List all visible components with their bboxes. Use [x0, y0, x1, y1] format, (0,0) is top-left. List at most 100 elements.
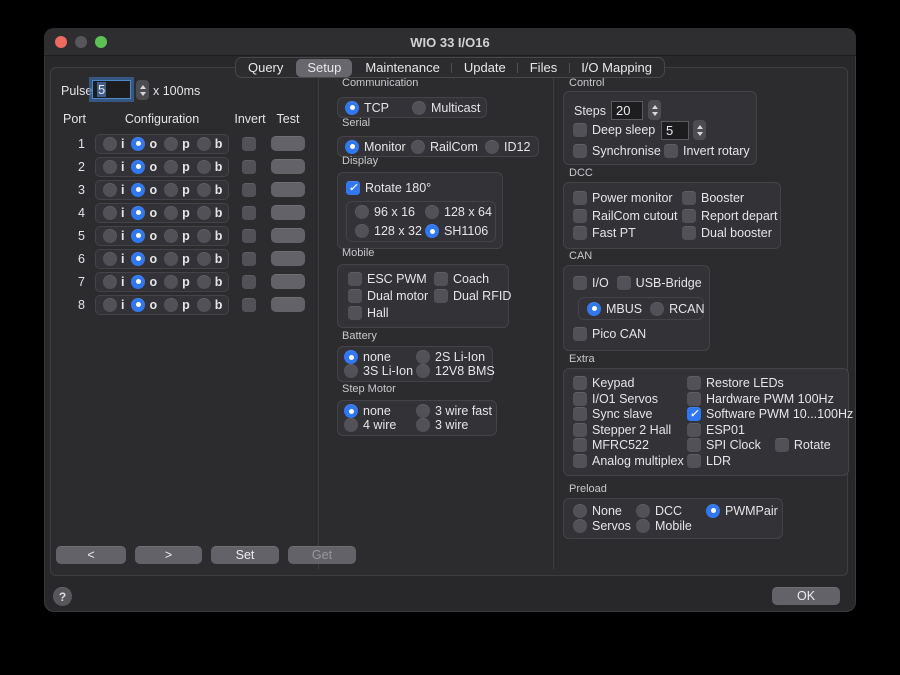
set-button[interactable]: Set — [211, 546, 279, 564]
fast-pt-checkbox[interactable]: Fast PT — [573, 226, 682, 240]
deep-sleep-stepper[interactable] — [693, 120, 706, 140]
monitor-radio[interactable]: Monitor — [345, 140, 411, 154]
port-mode-i-radio[interactable]: i — [103, 183, 124, 197]
mbus-radio[interactable]: MBUS — [587, 302, 642, 316]
port-mode-o-radio[interactable]: o — [131, 160, 157, 174]
port-invert-checkbox[interactable] — [242, 183, 256, 197]
preload-pwmpair-radio[interactable]: PWMPair — [706, 504, 782, 518]
software-pwm-checkbox[interactable]: Software PWM 10...100Hz — [687, 407, 853, 421]
power-monitor-checkbox[interactable]: Power monitor — [573, 191, 682, 205]
dual-rfid-checkbox[interactable]: Dual RFID — [434, 289, 511, 303]
port-invert-checkbox[interactable] — [242, 229, 256, 243]
next-button[interactable]: > — [135, 546, 202, 564]
size-128x32-radio[interactable]: 128 x 32 — [355, 224, 425, 238]
rotate-180-checkbox[interactable]: Rotate 180° — [346, 181, 431, 195]
esc-pwm-checkbox[interactable]: ESC PWM — [348, 272, 434, 286]
spi-clock-checkbox[interactable]: SPI Clock — [687, 438, 761, 452]
keypad-checkbox[interactable]: Keypad — [573, 376, 687, 390]
stepper-2-hall-checkbox[interactable]: Stepper 2 Hall — [573, 423, 687, 437]
pulse-stepper[interactable] — [136, 80, 149, 100]
id12-radio[interactable]: ID12 — [485, 140, 538, 154]
port-mode-b-radio[interactable]: b — [197, 229, 223, 243]
hardware-pwm-checkbox[interactable]: Hardware PWM 100Hz — [687, 392, 853, 406]
sh1106-radio[interactable]: SH1106 — [425, 224, 495, 238]
port-test-button[interactable] — [271, 182, 305, 197]
pulse-input[interactable]: 5 — [92, 80, 131, 99]
port-mode-b-radio[interactable]: b — [197, 275, 223, 289]
port-mode-i-radio[interactable]: i — [103, 275, 124, 289]
report-depart-checkbox[interactable]: Report depart — [682, 209, 780, 223]
dual-booster-checkbox[interactable]: Dual booster — [682, 226, 780, 240]
previous-button[interactable]: < — [56, 546, 126, 564]
port-test-button[interactable] — [271, 251, 305, 266]
analog-multiplex-checkbox[interactable]: Analog multiplex — [573, 454, 687, 468]
railcom-radio[interactable]: RailCom — [411, 140, 485, 154]
preload-servos-radio[interactable]: Servos — [573, 519, 636, 533]
tab-io-mapping[interactable]: I/O Mapping — [570, 59, 663, 77]
port-invert-checkbox[interactable] — [242, 137, 256, 151]
port-mode-p-radio[interactable]: p — [164, 206, 190, 220]
multicast-radio[interactable]: Multicast — [412, 101, 480, 115]
port-invert-checkbox[interactable] — [242, 160, 256, 174]
tab-files[interactable]: Files — [519, 59, 568, 77]
port-invert-checkbox[interactable] — [242, 275, 256, 289]
restore-leds-checkbox[interactable]: Restore LEDs — [687, 376, 853, 390]
tab-query[interactable]: Query — [237, 59, 294, 77]
port-invert-checkbox[interactable] — [242, 298, 256, 312]
step-3-wire-radio[interactable]: 3 wire — [416, 418, 496, 432]
port-invert-checkbox[interactable] — [242, 252, 256, 266]
preload-none-radio[interactable]: None — [573, 504, 636, 518]
window-titlebar[interactable]: WIO 33 I/O16 — [44, 28, 856, 56]
dual-motor-checkbox[interactable]: Dual motor — [348, 289, 434, 303]
port-test-button[interactable] — [271, 274, 305, 289]
port-mode-i-radio[interactable]: i — [103, 206, 124, 220]
port-mode-b-radio[interactable]: b — [197, 183, 223, 197]
port-mode-o-radio[interactable]: o — [131, 298, 157, 312]
port-mode-i-radio[interactable]: i — [103, 160, 124, 174]
step-3-wire-fast-radio[interactable]: 3 wire fast — [416, 404, 496, 418]
deep-sleep-checkbox[interactable]: Deep sleep — [573, 123, 655, 137]
tcp-radio[interactable]: TCP — [345, 101, 412, 115]
rcan-radio[interactable]: RCAN — [650, 302, 704, 316]
port-mode-o-radio[interactable]: o — [131, 206, 157, 220]
tab-update[interactable]: Update — [453, 59, 517, 77]
deep-sleep-input[interactable]: 5 — [661, 121, 689, 140]
port-mode-o-radio[interactable]: o — [131, 183, 157, 197]
port-mode-p-radio[interactable]: p — [164, 275, 190, 289]
port-mode-b-radio[interactable]: b — [197, 252, 223, 266]
tab-maintenance[interactable]: Maintenance — [354, 59, 450, 77]
port-mode-o-radio[interactable]: o — [131, 137, 157, 151]
synchronise-checkbox[interactable]: Synchronise — [573, 144, 664, 158]
port-mode-o-radio[interactable]: o — [131, 229, 157, 243]
tab-setup[interactable]: Setup — [296, 59, 352, 77]
port-mode-b-radio[interactable]: b — [197, 137, 223, 151]
step-4-wire-radio[interactable]: 4 wire — [344, 418, 416, 432]
port-mode-i-radio[interactable]: i — [103, 229, 124, 243]
port-test-button[interactable] — [271, 205, 305, 220]
preload-dcc-radio[interactable]: DCC — [636, 504, 706, 518]
port-mode-p-radio[interactable]: p — [164, 137, 190, 151]
port-mode-o-radio[interactable]: o — [131, 252, 157, 266]
port-mode-o-radio[interactable]: o — [131, 275, 157, 289]
port-mode-p-radio[interactable]: p — [164, 183, 190, 197]
ok-button[interactable]: OK — [772, 587, 840, 605]
steps-input[interactable]: 20 — [611, 101, 643, 120]
preload-mobile-radio[interactable]: Mobile — [636, 519, 706, 533]
port-mode-i-radio[interactable]: i — [103, 298, 124, 312]
battery-2s-liion-radio[interactable]: 2S Li-Ion — [416, 350, 495, 364]
port-test-button[interactable] — [271, 228, 305, 243]
step-none-radio[interactable]: none — [344, 404, 416, 418]
port-mode-p-radio[interactable]: p — [164, 252, 190, 266]
port-mode-p-radio[interactable]: p — [164, 298, 190, 312]
help-button[interactable]: ? — [53, 587, 72, 606]
sync-slave-checkbox[interactable]: Sync slave — [573, 407, 687, 421]
usb-bridge-checkbox[interactable]: USB-Bridge — [617, 276, 702, 290]
size-128x64-radio[interactable]: 128 x 64 — [425, 205, 495, 219]
battery-none-radio[interactable]: none — [344, 350, 416, 364]
port-mode-p-radio[interactable]: p — [164, 160, 190, 174]
coach-checkbox[interactable]: Coach — [434, 272, 511, 286]
size-96x16-radio[interactable]: 96 x 16 — [355, 205, 425, 219]
port-mode-i-radio[interactable]: i — [103, 137, 124, 151]
can-io-checkbox[interactable]: I/O — [573, 276, 609, 290]
invert-rotary-checkbox[interactable]: Invert rotary — [664, 144, 750, 158]
